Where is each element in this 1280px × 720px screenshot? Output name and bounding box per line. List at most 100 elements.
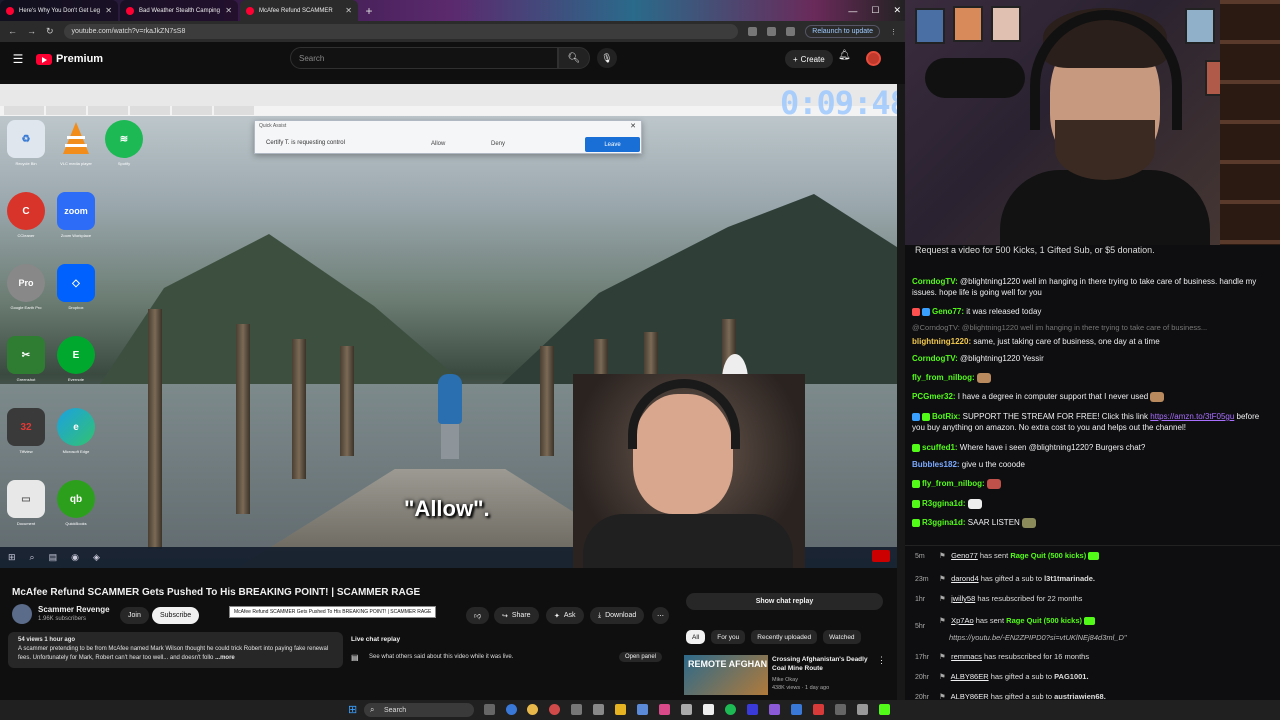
close-icon[interactable]: ✕ xyxy=(630,122,636,130)
desktop-icon-zoom[interactable]: zoom Zoom Workplace xyxy=(52,192,100,254)
app-taskbar-icon[interactable] xyxy=(681,704,692,715)
chip-all[interactable]: All xyxy=(686,630,706,644)
vm-tabs xyxy=(0,106,900,116)
share-button[interactable]: ↪ Share xyxy=(494,607,539,624)
app-taskbar-icon[interactable] xyxy=(593,704,604,715)
desktop-icon-greenshot[interactable]: ✂ Greenshot xyxy=(2,336,50,398)
youtube-logo[interactable]: Premium xyxy=(36,53,103,65)
video-description[interactable]: 54 views 1 hour ago A scammer pretending… xyxy=(8,632,343,668)
forward-icon[interactable]: → xyxy=(27,26,36,37)
chrome-icon[interactable]: ◉ xyxy=(71,552,79,563)
more-vertical-icon[interactable]: ⋮ xyxy=(877,655,886,666)
close-tab-icon[interactable]: ✕ xyxy=(225,6,232,15)
desktop-icon-dropbox[interactable]: ◇ Dropbox xyxy=(52,264,100,326)
close-window-icon[interactable]: ✕ xyxy=(893,5,901,16)
channel-name[interactable]: Scammer Revenge xyxy=(38,605,110,614)
app-taskbar-icon[interactable] xyxy=(747,704,758,715)
extension-icon[interactable] xyxy=(767,27,777,36)
app-taskbar-icon[interactable] xyxy=(571,704,582,715)
desktop-icon-document[interactable]: ▭ Document xyxy=(2,480,50,542)
page-scrollbar[interactable] xyxy=(897,84,905,700)
allow-button[interactable]: Allow xyxy=(431,141,445,147)
chip-watched[interactable]: Watched xyxy=(823,630,861,644)
notifications-bell-icon[interactable]: 🔔︎ xyxy=(838,50,851,61)
dislike-button[interactable]: 👎︎ xyxy=(466,607,490,624)
url-field[interactable]: youtube.com/watch?v=rkaJkZN7sS8 xyxy=(63,24,739,39)
kicks-icon xyxy=(1088,552,1100,561)
chip-recently-uploaded[interactable]: Recently uploaded xyxy=(751,630,818,644)
microphone-icon[interactable]: 🎙︎ xyxy=(597,48,617,68)
back-icon[interactable]: ← xyxy=(8,26,17,37)
reload-icon[interactable]: ↻ xyxy=(46,26,54,37)
subscribe-button[interactable]: Subscribe xyxy=(152,607,200,624)
more-link[interactable]: ...more xyxy=(215,655,235,661)
search-input[interactable]: Search xyxy=(290,47,558,69)
file-explorer-icon[interactable]: ▤ xyxy=(49,552,58,563)
browser-tab-active[interactable]: McAfee Refund SCAMMER ✕ xyxy=(240,0,358,21)
create-button[interactable]: + Create xyxy=(785,50,833,68)
extension-icon[interactable] xyxy=(748,27,758,36)
windows-start-icon[interactable]: ⊞ xyxy=(8,552,16,563)
menu-icon[interactable]: ☰ xyxy=(0,52,36,66)
chat-reply-preview: @CorndogTV: @blightning1220 well im hang… xyxy=(912,323,1208,332)
app-taskbar-icon[interactable] xyxy=(835,704,846,715)
new-tab-button[interactable]: + xyxy=(360,0,378,21)
close-tab-icon[interactable]: ✕ xyxy=(105,6,112,15)
leave-button[interactable]: Leave xyxy=(585,137,640,152)
edge-taskbar-icon[interactable] xyxy=(506,704,517,715)
desktop-icon-ccleaner[interactable]: C CCleaner xyxy=(2,192,50,254)
deny-button[interactable]: Deny xyxy=(491,141,505,147)
app-taskbar-icon[interactable] xyxy=(769,704,780,715)
recommended-video-thumbnail[interactable]: REMOTE AFGHAN xyxy=(684,655,768,695)
desktop-icon-edge[interactable]: e Microsoft Edge xyxy=(52,408,100,470)
more-menu-icon[interactable]: ⋮ xyxy=(890,28,897,36)
amazon-link[interactable]: https://amzn.to/3tF05gu xyxy=(1150,412,1234,421)
gift-icon: ⚑ xyxy=(939,551,946,560)
app-taskbar-icon[interactable] xyxy=(813,704,824,715)
minimize-icon[interactable]: — xyxy=(848,6,857,16)
windows-start-icon[interactable]: ⊞ xyxy=(348,703,357,716)
kick-taskbar-icon[interactable] xyxy=(879,704,890,715)
chrome-taskbar-icon[interactable] xyxy=(527,704,538,715)
search-icon[interactable]: 🔍︎ xyxy=(558,47,590,69)
maximize-icon[interactable]: ☐ xyxy=(871,5,879,16)
taskbar-search[interactable]: ⌕ Search xyxy=(364,703,474,717)
desktop-icon-evernote[interactable]: E Evernote xyxy=(52,336,100,398)
ask-button[interactable]: ✦ Ask xyxy=(546,607,584,624)
app-taskbar-icon[interactable] xyxy=(857,704,868,715)
app-taskbar-icon[interactable] xyxy=(659,704,670,715)
browser-tab[interactable]: Bad Weather Stealth Camping ✕ xyxy=(120,0,238,21)
channel-avatar[interactable] xyxy=(12,604,32,624)
task-view-icon[interactable] xyxy=(484,704,495,715)
app-taskbar-icon[interactable] xyxy=(549,704,560,715)
desktop-icon-spotify[interactable]: ≋ Spotify xyxy=(100,120,148,182)
file-explorer-taskbar-icon[interactable] xyxy=(615,704,626,715)
search-icon[interactable]: ⌕ xyxy=(30,552,35,563)
video-player[interactable]: 0:09:48 ♻ Recycle Bin VLC media player ≋ S… xyxy=(0,84,900,568)
open-panel-button[interactable]: Open panel xyxy=(618,652,662,662)
download-button[interactable]: ⤓ Download xyxy=(590,607,645,624)
desktop-icon-quickbooks[interactable]: qb QuickBooks xyxy=(52,480,100,542)
vlc-cone-icon xyxy=(57,120,95,158)
extension-icon[interactable] xyxy=(786,27,796,36)
close-tab-icon[interactable]: ✕ xyxy=(345,6,352,15)
desktop-icon-vlc[interactable]: VLC media player xyxy=(52,120,100,182)
spotify-taskbar-icon[interactable] xyxy=(725,704,736,715)
desktop-icon-google-earth[interactable]: Pro Google Earth Pro xyxy=(2,264,50,326)
chip-for-you[interactable]: For you xyxy=(711,630,746,644)
app-taskbar-icon[interactable] xyxy=(637,704,648,715)
join-button[interactable]: Join xyxy=(120,607,149,624)
desktop-icon-tiffview[interactable]: 32 Tiffview xyxy=(2,408,50,470)
account-avatar[interactable] xyxy=(866,51,881,66)
show-chat-replay-button[interactable]: Show chat replay xyxy=(686,593,883,610)
relaunch-button[interactable]: Relaunch to update xyxy=(805,25,880,38)
more-actions-button[interactable]: ⋯ xyxy=(652,607,669,624)
desktop-icon-recycle-bin[interactable]: ♻ Recycle Bin xyxy=(2,120,50,182)
browser-tab[interactable]: Here's Why You Don't Get Leg ✕ xyxy=(0,0,118,21)
app-taskbar-icon[interactable] xyxy=(703,704,714,715)
quick-assist-icon[interactable]: ◈ xyxy=(93,552,100,563)
app-taskbar-icon[interactable] xyxy=(791,704,802,715)
chat-bubble-icon: ▤ xyxy=(351,653,359,662)
streamer-body xyxy=(1000,170,1210,245)
recommended-video-title[interactable]: Crossing Afghanistan's Deadly Coal Mine … xyxy=(772,655,880,673)
